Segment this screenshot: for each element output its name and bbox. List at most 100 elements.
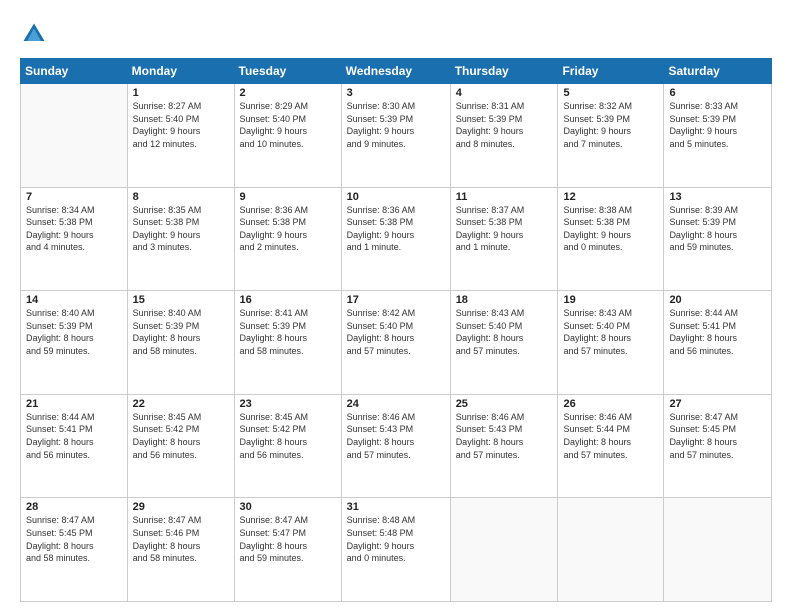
day-number: 29 (133, 501, 229, 513)
calendar-week-row: 28Sunrise: 8:47 AM Sunset: 5:45 PM Dayli… (21, 498, 772, 602)
day-number: 2 (240, 87, 336, 99)
day-info: Sunrise: 8:38 AM Sunset: 5:38 PM Dayligh… (563, 204, 658, 254)
day-number: 20 (669, 294, 766, 306)
weekday-header-sunday: Sunday (21, 59, 128, 84)
calendar-cell: 2Sunrise: 8:29 AM Sunset: 5:40 PM Daylig… (234, 84, 341, 188)
calendar-cell: 29Sunrise: 8:47 AM Sunset: 5:46 PM Dayli… (127, 498, 234, 602)
day-number: 23 (240, 398, 336, 410)
calendar-cell: 15Sunrise: 8:40 AM Sunset: 5:39 PM Dayli… (127, 291, 234, 395)
calendar-cell: 16Sunrise: 8:41 AM Sunset: 5:39 PM Dayli… (234, 291, 341, 395)
day-info: Sunrise: 8:35 AM Sunset: 5:38 PM Dayligh… (133, 204, 229, 254)
day-info: Sunrise: 8:44 AM Sunset: 5:41 PM Dayligh… (669, 307, 766, 357)
day-info: Sunrise: 8:36 AM Sunset: 5:38 PM Dayligh… (347, 204, 445, 254)
day-number: 15 (133, 294, 229, 306)
day-info: Sunrise: 8:37 AM Sunset: 5:38 PM Dayligh… (456, 204, 553, 254)
day-number: 19 (563, 294, 658, 306)
day-info: Sunrise: 8:40 AM Sunset: 5:39 PM Dayligh… (133, 307, 229, 357)
calendar-cell: 26Sunrise: 8:46 AM Sunset: 5:44 PM Dayli… (558, 394, 664, 498)
day-info: Sunrise: 8:45 AM Sunset: 5:42 PM Dayligh… (240, 411, 336, 461)
calendar-cell: 31Sunrise: 8:48 AM Sunset: 5:48 PM Dayli… (341, 498, 450, 602)
day-number: 12 (563, 191, 658, 203)
calendar-cell (664, 498, 772, 602)
calendar-cell: 21Sunrise: 8:44 AM Sunset: 5:41 PM Dayli… (21, 394, 128, 498)
weekday-header-friday: Friday (558, 59, 664, 84)
calendar-cell (450, 498, 558, 602)
day-info: Sunrise: 8:48 AM Sunset: 5:48 PM Dayligh… (347, 514, 445, 564)
day-number: 14 (26, 294, 122, 306)
day-info: Sunrise: 8:46 AM Sunset: 5:43 PM Dayligh… (347, 411, 445, 461)
day-number: 28 (26, 501, 122, 513)
weekday-header-tuesday: Tuesday (234, 59, 341, 84)
calendar-cell: 3Sunrise: 8:30 AM Sunset: 5:39 PM Daylig… (341, 84, 450, 188)
day-info: Sunrise: 8:46 AM Sunset: 5:43 PM Dayligh… (456, 411, 553, 461)
day-number: 9 (240, 191, 336, 203)
calendar-week-row: 14Sunrise: 8:40 AM Sunset: 5:39 PM Dayli… (21, 291, 772, 395)
calendar-cell: 1Sunrise: 8:27 AM Sunset: 5:40 PM Daylig… (127, 84, 234, 188)
calendar-cell: 9Sunrise: 8:36 AM Sunset: 5:38 PM Daylig… (234, 187, 341, 291)
logo-icon (20, 20, 48, 48)
day-number: 3 (347, 87, 445, 99)
calendar-cell: 5Sunrise: 8:32 AM Sunset: 5:39 PM Daylig… (558, 84, 664, 188)
day-info: Sunrise: 8:43 AM Sunset: 5:40 PM Dayligh… (456, 307, 553, 357)
day-number: 24 (347, 398, 445, 410)
calendar-week-row: 1Sunrise: 8:27 AM Sunset: 5:40 PM Daylig… (21, 84, 772, 188)
day-number: 6 (669, 87, 766, 99)
calendar-cell: 13Sunrise: 8:39 AM Sunset: 5:39 PM Dayli… (664, 187, 772, 291)
day-number: 27 (669, 398, 766, 410)
calendar-cell: 24Sunrise: 8:46 AM Sunset: 5:43 PM Dayli… (341, 394, 450, 498)
day-number: 11 (456, 191, 553, 203)
page: SundayMondayTuesdayWednesdayThursdayFrid… (0, 0, 792, 612)
day-info: Sunrise: 8:27 AM Sunset: 5:40 PM Dayligh… (133, 100, 229, 150)
calendar-cell: 11Sunrise: 8:37 AM Sunset: 5:38 PM Dayli… (450, 187, 558, 291)
day-info: Sunrise: 8:47 AM Sunset: 5:45 PM Dayligh… (26, 514, 122, 564)
weekday-header-monday: Monday (127, 59, 234, 84)
day-info: Sunrise: 8:41 AM Sunset: 5:39 PM Dayligh… (240, 307, 336, 357)
day-number: 26 (563, 398, 658, 410)
day-info: Sunrise: 8:46 AM Sunset: 5:44 PM Dayligh… (563, 411, 658, 461)
day-number: 25 (456, 398, 553, 410)
day-info: Sunrise: 8:44 AM Sunset: 5:41 PM Dayligh… (26, 411, 122, 461)
header (20, 16, 772, 48)
day-number: 13 (669, 191, 766, 203)
day-number: 5 (563, 87, 658, 99)
calendar-cell: 14Sunrise: 8:40 AM Sunset: 5:39 PM Dayli… (21, 291, 128, 395)
day-info: Sunrise: 8:40 AM Sunset: 5:39 PM Dayligh… (26, 307, 122, 357)
calendar-cell: 4Sunrise: 8:31 AM Sunset: 5:39 PM Daylig… (450, 84, 558, 188)
day-number: 1 (133, 87, 229, 99)
calendar-cell (21, 84, 128, 188)
calendar-cell: 17Sunrise: 8:42 AM Sunset: 5:40 PM Dayli… (341, 291, 450, 395)
calendar-week-row: 7Sunrise: 8:34 AM Sunset: 5:38 PM Daylig… (21, 187, 772, 291)
day-number: 16 (240, 294, 336, 306)
calendar-cell: 19Sunrise: 8:43 AM Sunset: 5:40 PM Dayli… (558, 291, 664, 395)
calendar-cell: 27Sunrise: 8:47 AM Sunset: 5:45 PM Dayli… (664, 394, 772, 498)
calendar-cell: 8Sunrise: 8:35 AM Sunset: 5:38 PM Daylig… (127, 187, 234, 291)
calendar-week-row: 21Sunrise: 8:44 AM Sunset: 5:41 PM Dayli… (21, 394, 772, 498)
day-number: 18 (456, 294, 553, 306)
weekday-header-thursday: Thursday (450, 59, 558, 84)
day-info: Sunrise: 8:39 AM Sunset: 5:39 PM Dayligh… (669, 204, 766, 254)
calendar-cell: 22Sunrise: 8:45 AM Sunset: 5:42 PM Dayli… (127, 394, 234, 498)
day-number: 4 (456, 87, 553, 99)
calendar-cell: 28Sunrise: 8:47 AM Sunset: 5:45 PM Dayli… (21, 498, 128, 602)
day-number: 8 (133, 191, 229, 203)
day-info: Sunrise: 8:43 AM Sunset: 5:40 PM Dayligh… (563, 307, 658, 357)
day-number: 22 (133, 398, 229, 410)
weekday-header-row: SundayMondayTuesdayWednesdayThursdayFrid… (21, 59, 772, 84)
calendar-cell: 30Sunrise: 8:47 AM Sunset: 5:47 PM Dayli… (234, 498, 341, 602)
day-info: Sunrise: 8:32 AM Sunset: 5:39 PM Dayligh… (563, 100, 658, 150)
day-number: 31 (347, 501, 445, 513)
day-info: Sunrise: 8:36 AM Sunset: 5:38 PM Dayligh… (240, 204, 336, 254)
day-info: Sunrise: 8:45 AM Sunset: 5:42 PM Dayligh… (133, 411, 229, 461)
day-number: 17 (347, 294, 445, 306)
calendar-cell: 23Sunrise: 8:45 AM Sunset: 5:42 PM Dayli… (234, 394, 341, 498)
calendar-cell: 6Sunrise: 8:33 AM Sunset: 5:39 PM Daylig… (664, 84, 772, 188)
day-info: Sunrise: 8:33 AM Sunset: 5:39 PM Dayligh… (669, 100, 766, 150)
day-number: 30 (240, 501, 336, 513)
calendar-cell: 7Sunrise: 8:34 AM Sunset: 5:38 PM Daylig… (21, 187, 128, 291)
calendar-cell: 25Sunrise: 8:46 AM Sunset: 5:43 PM Dayli… (450, 394, 558, 498)
day-info: Sunrise: 8:42 AM Sunset: 5:40 PM Dayligh… (347, 307, 445, 357)
calendar-cell (558, 498, 664, 602)
calendar-cell: 18Sunrise: 8:43 AM Sunset: 5:40 PM Dayli… (450, 291, 558, 395)
day-number: 10 (347, 191, 445, 203)
calendar-table: SundayMondayTuesdayWednesdayThursdayFrid… (20, 58, 772, 602)
